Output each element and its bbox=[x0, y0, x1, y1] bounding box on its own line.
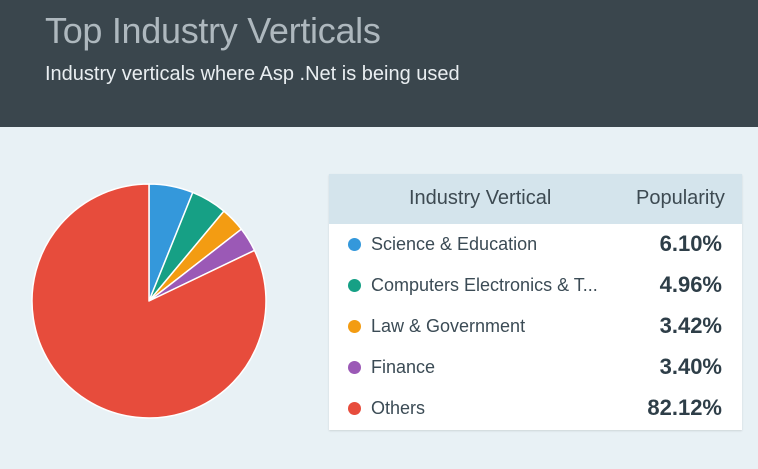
page-title: Top Industry Verticals bbox=[45, 10, 381, 51]
row-value: 82.12% bbox=[647, 395, 722, 420]
legend-dot-icon bbox=[348, 279, 361, 292]
row-label: Computers Electronics & T... bbox=[371, 275, 598, 295]
column-header-industry-vertical[interactable]: Industry Vertical bbox=[409, 174, 551, 224]
legend-dot-icon bbox=[348, 361, 361, 374]
pie-chart-svg bbox=[31, 183, 267, 419]
row-value: 6.10% bbox=[659, 231, 722, 256]
industry-table: Industry Vertical Popularity Science & E… bbox=[329, 174, 742, 430]
row-label: Science & Education bbox=[371, 234, 538, 254]
table-row[interactable]: Computers Electronics & T... 4.96% bbox=[329, 265, 742, 306]
table-row[interactable]: Law & Government 3.42% bbox=[329, 306, 742, 347]
row-value: 3.40% bbox=[659, 354, 722, 379]
table-body: Science & Education 6.10% Computers Elec… bbox=[329, 224, 742, 429]
row-label: Finance bbox=[371, 357, 436, 377]
table-row[interactable]: Science & Education 6.10% bbox=[329, 224, 742, 265]
page-header: Top Industry Verticals Industry vertical… bbox=[0, 0, 758, 127]
table-header: Industry Vertical Popularity bbox=[329, 174, 742, 224]
legend-dot-icon bbox=[348, 238, 361, 251]
legend-dot-icon bbox=[348, 402, 361, 415]
page-subtitle: Industry verticals where Asp .Net is bei… bbox=[45, 63, 460, 85]
row-label: Law & Government bbox=[371, 316, 526, 336]
row-label: Others bbox=[371, 398, 426, 418]
legend-dot-icon bbox=[348, 320, 361, 333]
column-header-popularity[interactable]: Popularity bbox=[636, 174, 725, 224]
table-row[interactable]: Others 82.12% bbox=[329, 388, 742, 429]
row-value: 3.42% bbox=[659, 313, 722, 338]
row-value: 4.96% bbox=[659, 272, 722, 297]
table-row[interactable]: Finance 3.40% bbox=[329, 347, 742, 388]
pie-chart bbox=[30, 182, 268, 420]
